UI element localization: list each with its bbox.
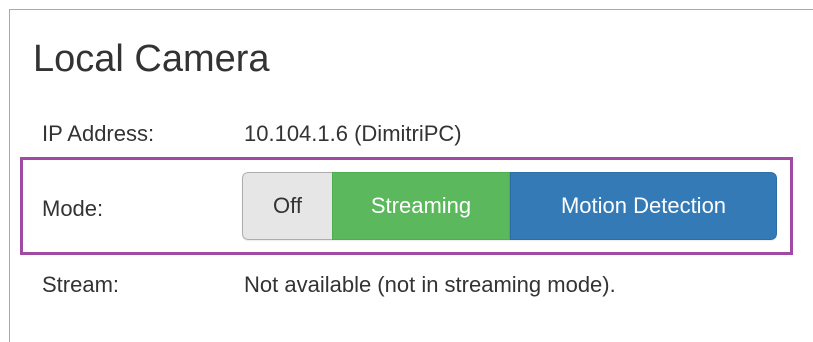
mode-label: Mode: xyxy=(42,196,104,221)
mode-off-button[interactable]: Off xyxy=(242,172,332,240)
stream-value: Not available (not in streaming mode). xyxy=(244,272,616,297)
mode-streaming-button[interactable]: Streaming xyxy=(332,172,510,240)
panel-title: Local Camera xyxy=(33,38,270,80)
stream-label: Stream: xyxy=(42,272,120,297)
ip-address-value: 10.104.1.6 (DimitriPC) xyxy=(244,121,462,146)
mode-motion-detection-button[interactable]: Motion Detection xyxy=(510,172,777,240)
mode-button-group: Off Streaming Motion Detection xyxy=(242,172,777,240)
ip-address-label: IP Address: xyxy=(42,121,155,146)
